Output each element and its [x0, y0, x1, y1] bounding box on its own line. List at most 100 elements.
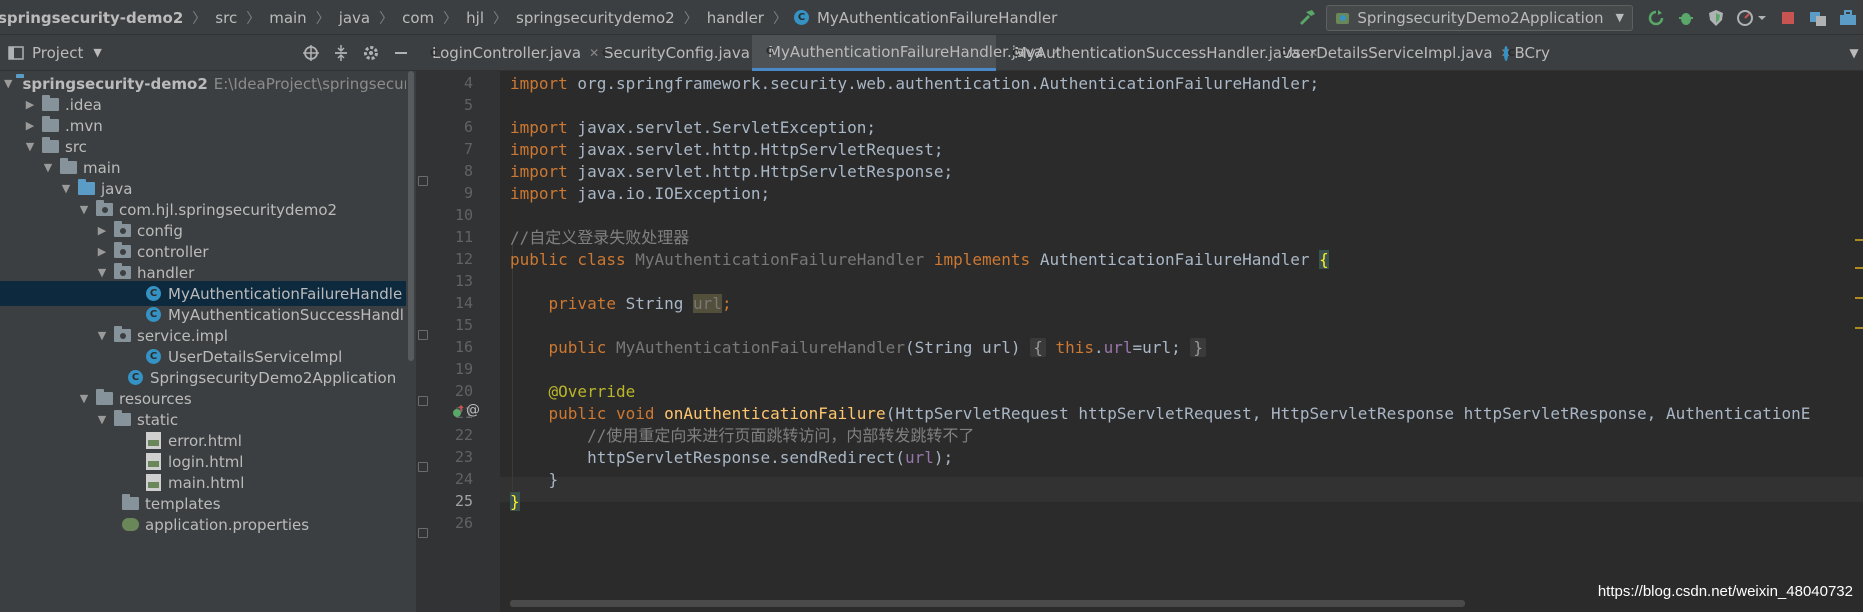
locate-file-icon[interactable] [296, 36, 326, 71]
tree-item-label: com.hjl.springsecuritydemo2 [119, 200, 338, 219]
chevron-down-icon: ▼ [25, 140, 35, 153]
coverage-shield-icon[interactable] [1701, 0, 1731, 35]
horizontal-scrollbar[interactable] [510, 600, 1465, 607]
tree-item-application-properties[interactable]: application.properties [0, 512, 406, 537]
project-view-selector[interactable]: Project ▼ [8, 44, 102, 62]
chevron-right-icon: 〉 [315, 10, 330, 27]
tree-item-label: login.html [168, 452, 244, 471]
project-panel-tools [296, 35, 416, 71]
project-panel-title: Project [32, 43, 84, 62]
current-line-highlight [500, 477, 1863, 502]
tab-login-controller[interactable]: LoginController.java ✕ [416, 35, 599, 71]
toolbox-icon[interactable] [1833, 0, 1863, 35]
breadcrumb-src[interactable]: src [213, 9, 239, 27]
code-editor[interactable]: import org.springframework.security.web.… [500, 71, 1863, 612]
warning-mark[interactable] [1855, 239, 1863, 241]
chevron-right-icon: ▶ [25, 119, 35, 132]
chevron-right-icon: ▶ [25, 98, 35, 111]
code-line-12: public class MyAuthenticationFailureHand… [510, 250, 1329, 269]
folder-icon [42, 95, 59, 111]
project-panel-header: Project ▼ [0, 35, 416, 71]
tab-failure-handler[interactable]: MyAuthenticationFailureHandler.java ✕ [752, 35, 1061, 71]
breadcrumb-hjl[interactable]: hjl [464, 9, 486, 27]
chevron-down-icon: ▼ [4, 77, 13, 90]
editor-tabs: LoginController.java ✕ SecurityConfig.ja… [416, 35, 1863, 71]
code-line-25: } [510, 492, 520, 511]
project-structure-icon[interactable] [1803, 0, 1833, 35]
fold-marker-icon[interactable] [418, 528, 428, 538]
error-stripe [1853, 71, 1863, 612]
spring-boot-icon [1335, 10, 1351, 26]
chevron-right-icon: 〉 [246, 10, 261, 27]
package-icon [114, 326, 131, 342]
chevron-right-icon: 〉 [192, 10, 207, 27]
breadcrumb: springsecurity-demo2 〉 src 〉 main 〉 java… [0, 0, 1059, 35]
tab-label: UserDetailsServiceImpl.java [1282, 44, 1493, 62]
fold-marker-icon[interactable] [418, 396, 428, 406]
chevron-right-icon: ▶ [97, 224, 107, 237]
tab-bcrypt[interactable]: BCry [1494, 35, 1560, 71]
tree-item-label: MyAuthenticationFailureHandle [168, 284, 403, 303]
tree-item-label: main.html [168, 473, 245, 492]
code-line-14: private String url; [548, 294, 732, 313]
class-icon [1504, 45, 1521, 61]
folder-icon [122, 494, 139, 510]
build-hammer-icon[interactable] [1292, 0, 1322, 35]
chevron-down-icon: ▼ [1615, 11, 1624, 24]
tree-item-label: src [65, 137, 87, 156]
tab-success-handler[interactable]: MyAuthenticationSuccessHandler.java ✕ [998, 35, 1318, 71]
tree-item-label: SpringsecurityDemo2Application [150, 368, 397, 387]
chevron-down-icon: ▼ [97, 266, 107, 279]
editor-gutter: 4 5 6 7 8 9 10 11 12 13 14 15 16 19 20 2… [416, 71, 500, 612]
tab-userdetails-service[interactable]: UserDetailsServiceImpl.java ✕ [1266, 35, 1511, 71]
spring-app-class-icon [128, 370, 143, 385]
package-icon [114, 242, 131, 258]
fold-marker-icon[interactable] [418, 330, 428, 340]
project-tree-scrollbar[interactable] [406, 71, 416, 612]
breadcrumb-com[interactable]: com [400, 9, 436, 27]
class-icon [146, 349, 161, 364]
fold-marker-icon[interactable] [418, 176, 428, 186]
class-icon [146, 307, 161, 322]
warning-mark[interactable] [1855, 297, 1863, 299]
project-icon [8, 45, 24, 61]
properties-file-icon [122, 518, 139, 531]
run-configuration-select[interactable]: SpringsecurityDemo2Application ▼ [1326, 4, 1633, 31]
class-icon [146, 286, 161, 301]
folder-icon [114, 410, 131, 426]
tree-item-label: .idea [65, 95, 102, 114]
chevron-right-icon: 〉 [683, 10, 698, 27]
breadcrumb-package[interactable]: springsecuritydemo2 [514, 9, 677, 27]
fold-marker-icon[interactable] [418, 462, 428, 472]
breadcrumb-project[interactable]: springsecurity-demo2 [0, 9, 185, 27]
code-line-16: public MyAuthenticationFailureHandler(St… [510, 335, 1206, 360]
rerun-icon[interactable] [1641, 0, 1671, 35]
collapse-all-icon[interactable] [326, 36, 356, 71]
chevron-down-icon: ▼ [43, 161, 53, 174]
implemented-method-icon[interactable] [451, 404, 465, 419]
debug-bug-icon[interactable] [1671, 0, 1701, 35]
stop-icon[interactable] [1773, 0, 1803, 35]
class-icon [793, 10, 809, 25]
scrollbar-thumb[interactable] [408, 71, 414, 361]
resources-folder-icon [96, 389, 113, 405]
breadcrumb-class[interactable]: MyAuthenticationFailureHandler [815, 9, 1059, 27]
hide-panel-icon[interactable] [386, 36, 416, 71]
package-icon [114, 221, 131, 237]
tab-label: LoginController.java [432, 44, 582, 62]
tab-overflow-icon[interactable]: ▼ [1845, 35, 1863, 71]
annotation-at-icon[interactable]: @ [466, 402, 480, 418]
breadcrumb-java[interactable]: java [337, 9, 372, 27]
warning-mark[interactable] [1855, 327, 1863, 329]
breadcrumb-handler[interactable]: handler [705, 9, 766, 27]
code-line-4: import org.springframework.security.web.… [510, 74, 1320, 93]
tree-item-label: java [101, 179, 133, 198]
chevron-down-icon: ▼ [97, 413, 107, 426]
profiler-icon[interactable] [1731, 0, 1773, 35]
warning-mark[interactable] [1855, 267, 1863, 269]
tab-security-config[interactable]: SecurityConfig.java ✕ [588, 35, 768, 71]
chevron-right-icon: 〉 [443, 10, 458, 27]
gear-icon[interactable] [356, 36, 386, 71]
navigation-bar: springsecurity-demo2 〉 src 〉 main 〉 java… [0, 0, 1863, 35]
breadcrumb-main[interactable]: main [267, 9, 308, 27]
